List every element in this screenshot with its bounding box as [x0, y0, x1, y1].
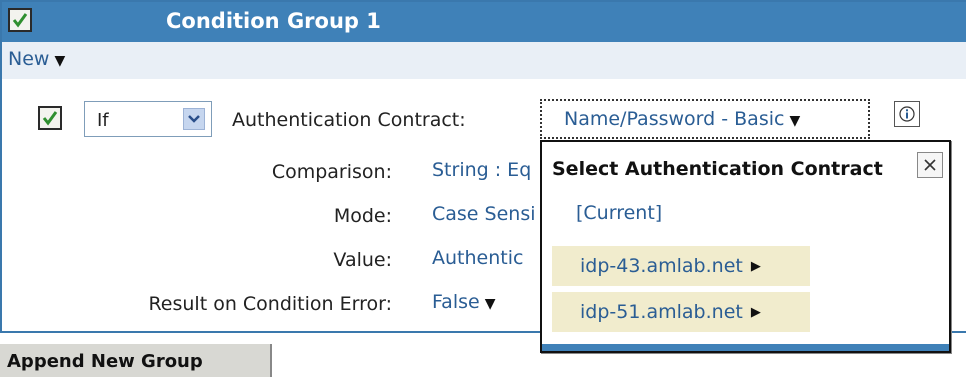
mode-label: Mode:: [333, 205, 392, 227]
popup-title: Select Authentication Contract: [552, 158, 883, 180]
popup-item-idp-43[interactable]: idp-43.amlab.net ▶: [552, 246, 810, 286]
error-label: Result on Condition Error:: [148, 293, 392, 315]
dropdown-arrow-icon: ▼: [789, 113, 801, 129]
popup-bottom-bar: [542, 344, 949, 351]
operator-value: If: [97, 110, 109, 131]
info-icon[interactable]: [894, 101, 920, 127]
value-value[interactable]: Authentic: [432, 247, 542, 269]
mode-value[interactable]: Case Sensi: [432, 203, 542, 225]
toolbar: New ▼: [2, 42, 966, 79]
error-dropdown[interactable]: False ▼: [432, 291, 542, 313]
contract-dropdown[interactable]: Name/Password - Basic ▼: [540, 99, 870, 139]
group-title: Condition Group 1: [166, 9, 381, 33]
popup-item-current[interactable]: [Current]: [576, 202, 662, 224]
contract-popup: Select Authentication Contract [Current]…: [540, 140, 951, 353]
chevron-down-icon[interactable]: [183, 108, 205, 130]
comparison-value[interactable]: String : Eq: [432, 159, 542, 181]
error-value: False: [432, 291, 480, 313]
group-header: Condition Group 1: [2, 2, 966, 42]
condition-enable-checkbox[interactable]: [38, 106, 62, 130]
popup-item-label: idp-51.amlab.net: [580, 301, 743, 323]
new-menu[interactable]: New ▼: [8, 48, 65, 70]
append-new-group-button[interactable]: Append New Group: [0, 344, 272, 377]
popup-item-label: idp-43.amlab.net: [580, 255, 743, 277]
close-icon[interactable]: [917, 152, 943, 178]
value-label: Value:: [333, 249, 392, 271]
group-enable-checkbox[interactable]: [8, 8, 32, 32]
dropdown-arrow-icon: ▼: [484, 296, 496, 312]
submenu-arrow-icon: ▶: [750, 304, 761, 320]
append-button-label: Append New Group: [7, 351, 203, 372]
comparison-label: Comparison:: [271, 161, 392, 183]
dropdown-arrow-icon: ▼: [54, 53, 66, 69]
operator-select[interactable]: If: [84, 101, 212, 137]
contract-label: Authentication Contract:: [232, 109, 466, 131]
new-menu-label: New: [8, 48, 50, 70]
popup-item-idp-51[interactable]: idp-51.amlab.net ▶: [552, 292, 810, 332]
checkmark-icon: [42, 111, 58, 126]
checkmark-icon: [12, 13, 28, 28]
submenu-arrow-icon: ▶: [750, 258, 761, 274]
contract-value: Name/Password - Basic: [564, 108, 785, 130]
